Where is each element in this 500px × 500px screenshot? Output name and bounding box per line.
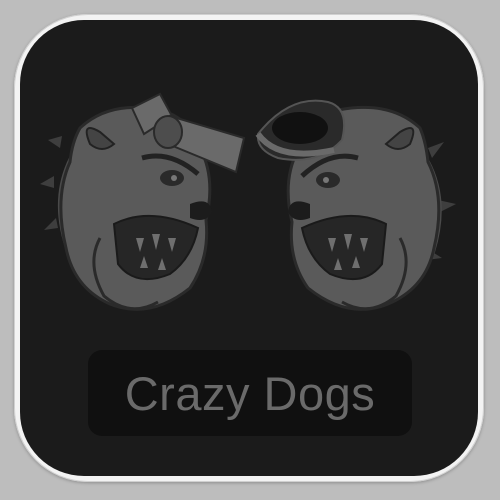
app-label-plate: Crazy Dogs xyxy=(88,350,412,436)
app-icon[interactable]: Crazy Dogs xyxy=(0,0,500,500)
app-label: Crazy Dogs xyxy=(124,366,376,420)
bulldog-with-spiked-collar-icon xyxy=(255,99,456,311)
bulldog-with-bow-icon xyxy=(40,92,246,311)
